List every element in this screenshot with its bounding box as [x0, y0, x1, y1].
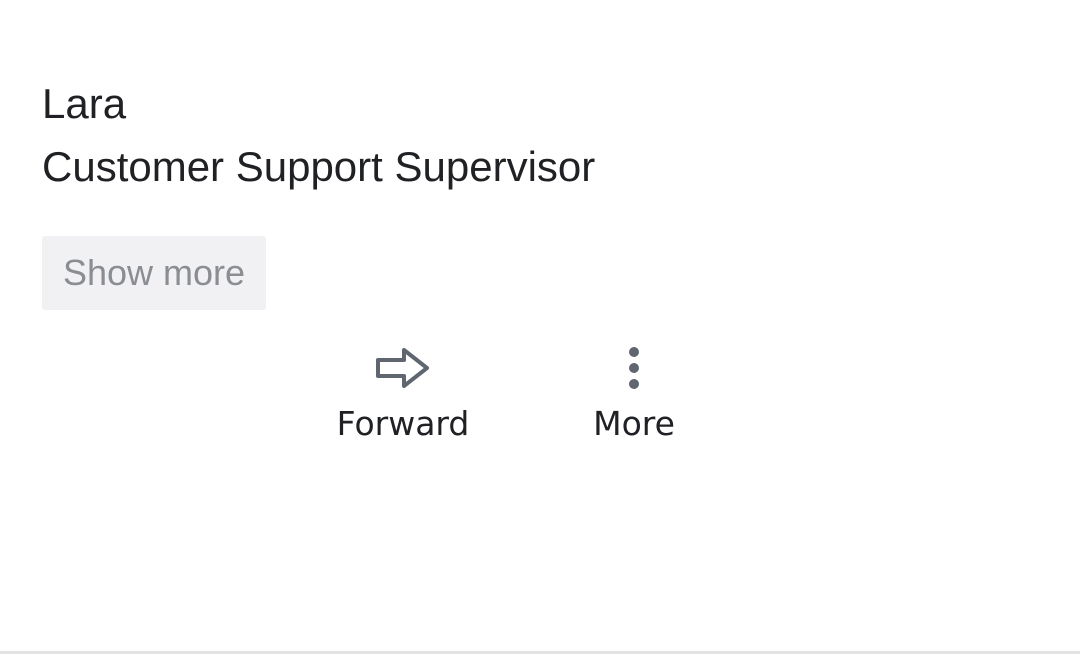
signature-title: Customer Support Supervisor [42, 143, 596, 190]
forward-arrow-icon [375, 340, 431, 396]
forward-label: Forward [336, 404, 470, 443]
email-signature: Lara Customer Support Supervisor [42, 72, 595, 198]
more-button[interactable]: More [564, 340, 704, 443]
more-label: More [593, 404, 675, 443]
more-vertical-icon [627, 340, 641, 396]
forward-button[interactable]: Forward [318, 340, 488, 443]
show-more-button[interactable]: Show more [42, 236, 266, 310]
signature-name: Lara [42, 80, 127, 127]
bottom-divider [0, 651, 1080, 654]
